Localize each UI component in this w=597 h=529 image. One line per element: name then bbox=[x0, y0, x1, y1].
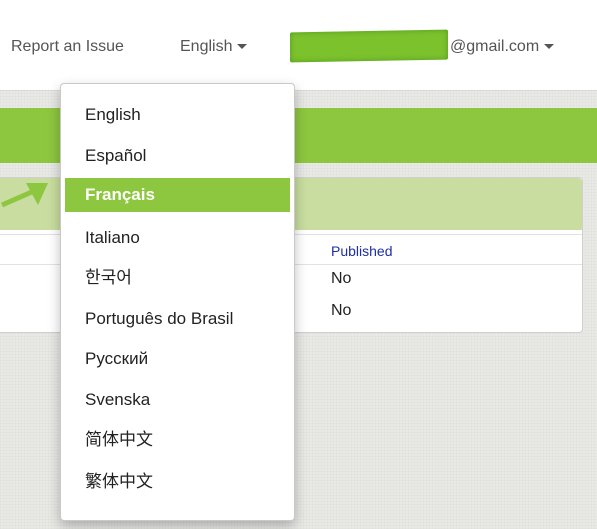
published-column-header[interactable]: Published bbox=[331, 243, 393, 259]
pointer-arrow-icon bbox=[0, 183, 48, 208]
language-option-english[interactable]: English bbox=[65, 98, 290, 132]
language-option-korean[interactable]: 한국어 bbox=[65, 261, 290, 295]
language-option-svenska[interactable]: Svenska bbox=[65, 383, 290, 417]
chevron-down-icon bbox=[544, 44, 555, 50]
table-row-published-cell: No bbox=[331, 302, 352, 319]
language-option-traditional-chinese[interactable]: 繁体中文 bbox=[65, 465, 290, 499]
language-option-russian[interactable]: Русский bbox=[65, 342, 290, 376]
redacted-email-mask bbox=[290, 29, 448, 63]
report-issue-link[interactable]: Report an Issue bbox=[11, 38, 124, 56]
table-row-published-cell: No bbox=[331, 270, 352, 287]
language-option-simplified-chinese[interactable]: 简体中文 bbox=[65, 423, 290, 457]
account-email: @gmail.com bbox=[450, 38, 540, 55]
language-option-espanol[interactable]: Español bbox=[65, 139, 290, 173]
language-option-italiano[interactable]: Italiano bbox=[65, 221, 290, 255]
chevron-down-icon bbox=[237, 44, 248, 50]
account-dropdown-toggle[interactable]: @gmail.com bbox=[450, 38, 555, 56]
language-dropdown-menu: English Español Français Italiano 한국어 Po… bbox=[60, 83, 295, 521]
language-option-francais[interactable]: Français bbox=[65, 178, 290, 212]
language-option-portugues[interactable]: Português do Brasil bbox=[65, 302, 290, 336]
language-label: English bbox=[180, 38, 233, 55]
language-dropdown-toggle[interactable]: English bbox=[180, 38, 248, 56]
top-navigation-bar: Report an Issue English @gmail.com bbox=[0, 0, 597, 91]
